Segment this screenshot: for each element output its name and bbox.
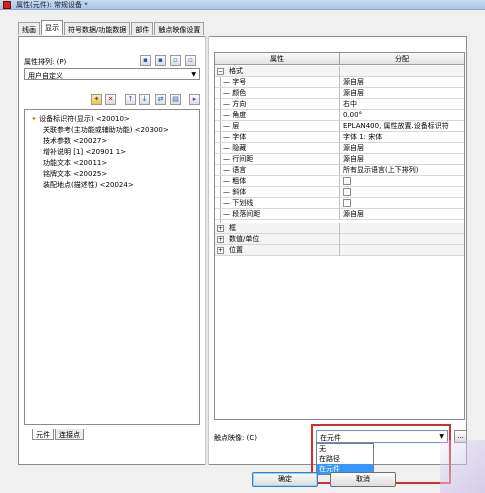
sort-label: 属性排列: (P) [24, 58, 67, 66]
property-grid: 属性 分配 − 格式 — 字号 源自层 — 颜色 源自层 — 方向 右中 — 角度 0.… [214, 52, 465, 420]
list-item[interactable]: 技术参数 <20027> [43, 136, 107, 147]
grid-row[interactable]: — 隐藏 源自层 [215, 143, 464, 154]
grid-row[interactable]: — 字号 源自层 [215, 77, 464, 88]
contact-image-options: 无 在路径 在元件 [316, 443, 374, 475]
grid-row[interactable]: — 语言 所有显示语言(上下排列) [215, 165, 464, 176]
list-item[interactable]: 关联参考(主功能或辅助功能) <20300> [43, 125, 169, 136]
tab-symbol-data[interactable]: 符号数据/功能数据 [64, 22, 131, 35]
grid-row[interactable]: — 字体 字体 1: 宋体 [215, 132, 464, 143]
expand-icon[interactable]: + [217, 247, 224, 254]
delete-icon[interactable]: ✕ [105, 94, 116, 105]
window-title: 属性(元件): 常规设备 * [16, 0, 88, 9]
col-header-property[interactable]: 属性 [215, 53, 340, 65]
underline-checkbox[interactable] [343, 199, 351, 207]
list-item[interactable]: 增补说明 [1] <20901 1> [43, 147, 126, 158]
group-row-format[interactable]: − 格式 [215, 66, 464, 77]
move-up-icon[interactable]: ↑ [125, 94, 136, 105]
link-icon[interactable]: ⇄ [155, 94, 166, 105]
sort-value: 用户自定义 [28, 72, 63, 80]
grid-row[interactable]: — 下划线 [215, 198, 464, 209]
tab-display[interactable]: 显示 [41, 20, 63, 35]
group-row-value-unit[interactable]: + 数值/单位 [215, 234, 464, 245]
sort-select[interactable]: 用户自定义 ▼ [24, 68, 200, 80]
bottom-tab-strip: 元件 连接点 [32, 429, 85, 440]
table-icon[interactable]: ▤ [170, 94, 181, 105]
export-icon[interactable]: ▫ [185, 55, 196, 66]
import-icon[interactable]: ▫ [170, 55, 181, 66]
grid-row[interactable]: — 方向 右中 [215, 99, 464, 110]
grid-row[interactable]: — 颜色 源自层 [215, 88, 464, 99]
tab-contact-image[interactable]: 触点映像设置 [154, 22, 205, 35]
list-item[interactable]: ✦ 设备标识符(显示) <20010> [31, 114, 130, 125]
grid-row[interactable]: — 斜体 [215, 187, 464, 198]
group-row-position[interactable]: + 位置 [215, 245, 464, 256]
contact-image-label: 触点映像: (C) [214, 434, 257, 442]
scroll-right-icon[interactable]: ▸ [189, 94, 200, 105]
list-item[interactable]: 铭牌文本 <20025> [43, 169, 107, 180]
list-item[interactable]: 功能文本 <20011> [43, 158, 107, 169]
grid-row[interactable]: — 行间距 源自层 [215, 154, 464, 165]
app-icon [3, 1, 11, 9]
grid-row[interactable]: — 粗体 [215, 176, 464, 187]
italic-checkbox[interactable] [343, 188, 351, 196]
new-icon[interactable]: ✦ [91, 94, 102, 105]
group-row-frame[interactable]: + 框 [215, 223, 464, 234]
tab-element[interactable]: 元件 [32, 429, 54, 440]
save-as-icon[interactable]: ▪ [155, 55, 166, 66]
save-icon[interactable]: ▪ [140, 55, 151, 66]
chevron-down-icon: ▼ [439, 433, 444, 440]
grid-row[interactable]: — 段落间距 源自层 [215, 209, 464, 220]
col-header-value[interactable]: 分配 [340, 53, 464, 65]
title-bar: 属性(元件): 常规设备 * [0, 0, 485, 10]
grid-header: 属性 分配 [215, 53, 464, 65]
tab-connection-points[interactable]: 连接点 [55, 429, 84, 440]
bold-checkbox[interactable] [343, 177, 351, 185]
tab-parts[interactable]: 部件 [131, 22, 154, 35]
option-none[interactable]: 无 [317, 444, 373, 454]
move-down-icon[interactable]: ↓ [139, 94, 150, 105]
option-on-path[interactable]: 在路径 [317, 454, 373, 464]
splitter[interactable] [205, 36, 209, 465]
tab-lines[interactable]: 线画 [18, 22, 40, 35]
grid-row[interactable]: — 角度 0.00° [215, 110, 464, 121]
cancel-button[interactable]: 取消 [330, 472, 396, 487]
expand-icon[interactable]: + [217, 225, 224, 232]
property-list: ✦ 设备标识符(显示) <20010> 关联参考(主功能或辅助功能) <2030… [24, 109, 200, 425]
contact-image-select[interactable]: 在元件 ▼ [316, 430, 448, 443]
grid-row[interactable]: — 层 EPLAN400, 属性放置.设备标识符 [215, 121, 464, 132]
collapse-icon[interactable]: − [217, 68, 224, 75]
new-entry-icon: ✦ [31, 115, 37, 123]
ok-button[interactable]: 确定 [252, 472, 318, 487]
contact-image-value: 在元件 [320, 434, 341, 442]
screen-glare [440, 440, 485, 493]
list-item[interactable]: 装配地点(描述性) <20024> [43, 180, 134, 191]
chevron-down-icon: ▼ [191, 71, 196, 78]
expand-icon[interactable]: + [217, 236, 224, 243]
tab-strip: 线画 显示 符号数据/功能数据 部件 触点映像设置 [18, 20, 205, 36]
